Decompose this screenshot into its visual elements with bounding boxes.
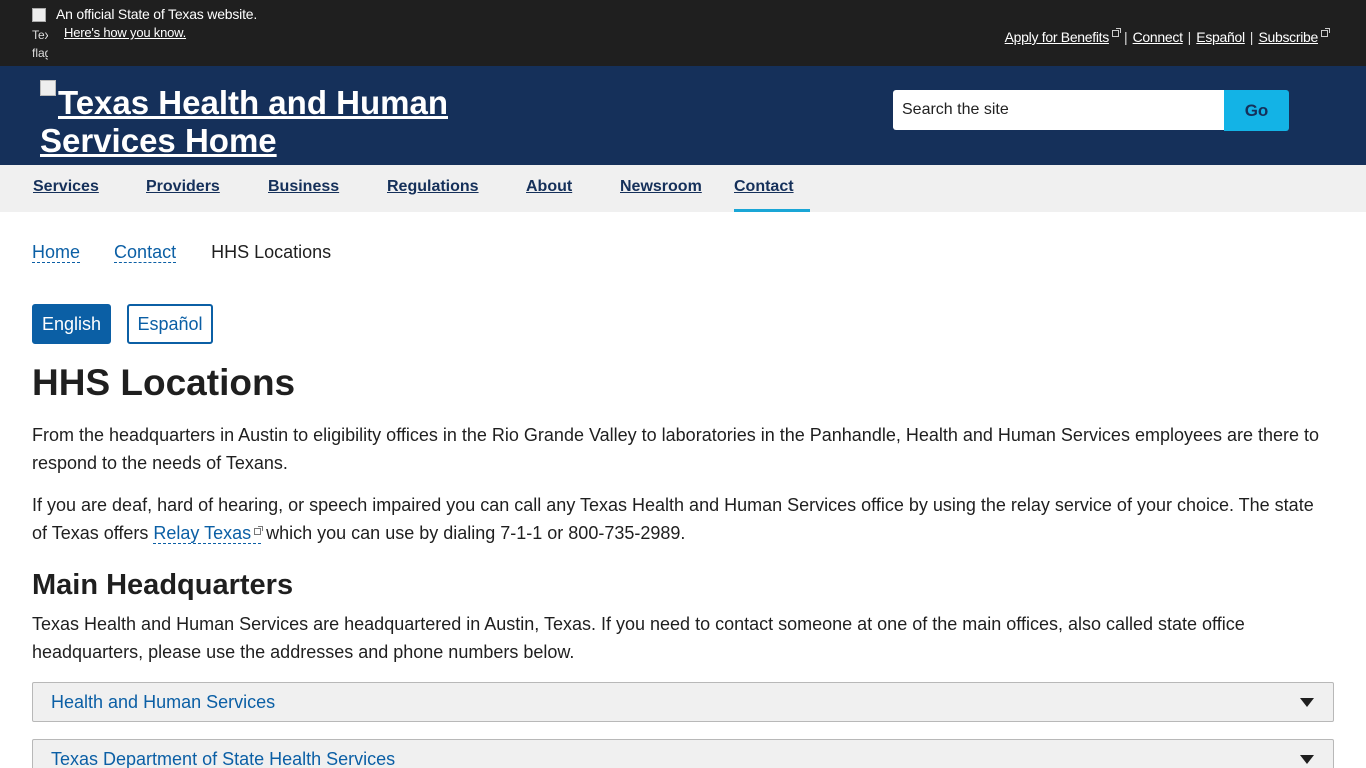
headquarters-paragraph: Texas Health and Human Services are head…: [32, 614, 1245, 662]
relay-paragraph: If you are deaf, hard of hearing, or spe…: [32, 491, 1332, 547]
separator: |: [1123, 29, 1128, 45]
accordion-health-and-human-services[interactable]: Health and Human Services: [32, 682, 1334, 722]
breadcrumb: Home Contact HHS Locations: [32, 242, 331, 263]
external-link-icon: [1321, 28, 1330, 37]
search-input[interactable]: [893, 90, 1224, 130]
separator: |: [1249, 29, 1254, 45]
english-language-button[interactable]: English: [32, 304, 111, 344]
separator: |: [1187, 29, 1192, 45]
espanol-link[interactable]: Español: [1196, 29, 1245, 45]
relay-texas-label: Relay Texas: [153, 523, 252, 543]
breadcrumb-current: HHS Locations: [211, 242, 332, 262]
breadcrumb-home-link[interactable]: Home: [32, 242, 81, 263]
nav-item-business[interactable]: Business: [268, 165, 339, 212]
nav-item-regulations[interactable]: Regulations: [387, 165, 479, 212]
nav-item-about[interactable]: About: [526, 165, 572, 212]
utility-links: Apply for Benefits | Connect | Español |…: [1004, 28, 1330, 45]
apply-for-benefits-link[interactable]: Apply for Benefits: [1004, 28, 1121, 45]
relay-texas-link[interactable]: Relay Texas: [153, 523, 264, 544]
official-site-text: An official State of Texas website.: [56, 6, 258, 22]
accordion-label: Texas Department of State Health Service…: [51, 749, 396, 768]
spanish-language-button[interactable]: Español: [127, 304, 213, 344]
accordion-dshs[interactable]: Texas Department of State Health Service…: [32, 739, 1334, 768]
nav-item-providers[interactable]: Providers: [146, 165, 220, 212]
site-header: Texas Health and Human Services Home Go: [0, 66, 1366, 165]
breadcrumb-contact-link[interactable]: Contact: [114, 242, 177, 263]
nav-item-contact[interactable]: Contact: [734, 165, 810, 212]
flag-alt-text: Texas flag: [32, 28, 48, 60]
broken-image-icon: [32, 8, 46, 22]
nav-item-services[interactable]: Services: [33, 165, 99, 212]
texas-flag-image: Texas flag: [32, 8, 48, 60]
relay-text-after: which you can use by dialing 7-1-1 or 80…: [261, 523, 686, 543]
chevron-down-icon: [1300, 698, 1314, 707]
accordion-label: Health and Human Services: [51, 692, 276, 712]
search-go-button[interactable]: Go: [1224, 90, 1289, 131]
chevron-down-icon: [1300, 755, 1314, 764]
how-you-know-link[interactable]: Here's how you know.: [64, 25, 186, 40]
official-banner: Texas flag An official State of Texas we…: [0, 0, 1366, 66]
page-title: HHS Locations: [32, 362, 296, 403]
broken-image-icon: [40, 80, 56, 96]
subscribe-link[interactable]: Subscribe: [1258, 28, 1330, 45]
apply-for-benefits-label: Apply for Benefits: [1004, 29, 1110, 45]
intro-paragraph: From the headquarters in Austin to eligi…: [32, 425, 1320, 473]
external-link-icon: [1111, 28, 1121, 37]
connect-link[interactable]: Connect: [1133, 29, 1183, 45]
main-nav: Services Providers Business Regulations …: [0, 165, 1366, 212]
nav-item-newsroom[interactable]: Newsroom: [620, 165, 702, 212]
external-link-icon: [254, 526, 264, 535]
site-logo-link[interactable]: Texas Health and Human Services Home: [40, 80, 500, 160]
subscribe-label: Subscribe: [1258, 29, 1318, 45]
main-headquarters-heading: Main Headquarters: [32, 569, 294, 601]
logo-alt-text: Texas Health and Human Services Home: [40, 84, 448, 159]
